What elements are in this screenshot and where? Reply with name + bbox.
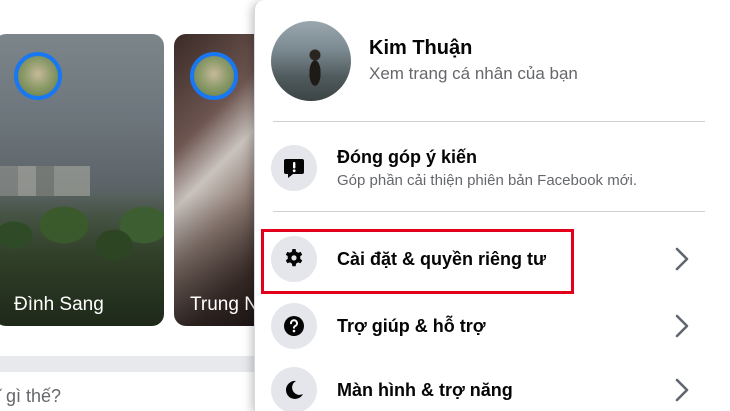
divider xyxy=(273,211,705,212)
stories-panel: Đình Sang Trung N xyxy=(0,0,274,356)
highlight-annotation-box xyxy=(261,229,574,294)
divider xyxy=(273,121,705,122)
story-author-name: Trung N xyxy=(190,294,258,315)
chevron-right-icon xyxy=(675,378,689,402)
chevron-right-icon xyxy=(675,247,689,271)
profile-link[interactable]: Kim Thuận Xem trang cá nhân của bạn xyxy=(271,14,717,108)
moon-icon xyxy=(271,367,317,411)
story-image-buildings xyxy=(0,166,90,196)
help-support-item[interactable]: Trợ giúp & hỗ trợ xyxy=(271,302,717,350)
display-accessibility-item[interactable]: Màn hình & trợ năng xyxy=(271,366,717,411)
post-composer-prompt[interactable]: ĩ gì thế? xyxy=(0,372,262,411)
story-author-name: Đình Sang xyxy=(14,294,104,315)
post-composer-hint: ĩ gì thế? xyxy=(0,386,62,406)
help-question-icon xyxy=(271,303,317,349)
help-support-label: Trợ giúp & hỗ trợ xyxy=(337,315,486,336)
give-feedback-sublabel: Góp phần cải thiện phiên bản Facebook mớ… xyxy=(337,172,638,189)
avatar xyxy=(271,21,351,101)
account-dropdown-menu: Kim Thuận Xem trang cá nhân của bạn Đóng… xyxy=(254,0,730,411)
profile-name: Kim Thuận xyxy=(369,37,473,59)
feedback-exclamation-icon xyxy=(271,145,317,191)
story-avatar xyxy=(14,52,62,100)
story-card[interactable]: Đình Sang xyxy=(0,34,164,326)
give-feedback-item[interactable]: Đóng góp ý kiến Góp phần cải thiện phiên… xyxy=(271,136,717,200)
display-accessibility-label: Màn hình & trợ năng xyxy=(337,379,513,400)
chevron-right-icon xyxy=(675,314,689,338)
story-avatar xyxy=(190,52,238,100)
profile-subtitle: Xem trang cá nhân của bạn xyxy=(369,64,578,83)
give-feedback-label: Đóng góp ý kiến xyxy=(337,147,478,167)
